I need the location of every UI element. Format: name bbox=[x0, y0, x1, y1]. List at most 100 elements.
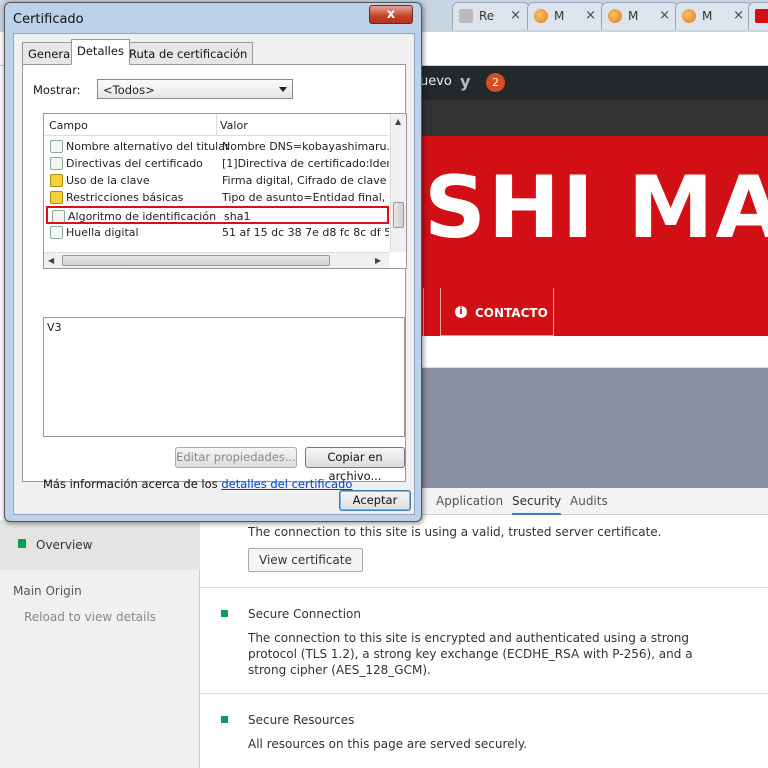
secure-resources-title: Secure Resources bbox=[248, 713, 355, 727]
scroll-left-icon[interactable]: ◀ bbox=[48, 256, 54, 265]
secure-status-icon bbox=[221, 610, 228, 617]
close-icon[interactable]: x bbox=[369, 5, 413, 24]
dialog-title: Certificado bbox=[13, 12, 84, 27]
row-field: Nombre alternativo del titular bbox=[66, 140, 230, 153]
nav-contact-link[interactable]: i CONTACTO bbox=[440, 288, 554, 336]
toolbar-new-label[interactable]: uevo bbox=[420, 74, 452, 89]
scroll-thumb[interactable] bbox=[62, 255, 330, 266]
edit-properties-button[interactable]: Editar propiedades... bbox=[175, 447, 297, 468]
yoast-icon[interactable]: y bbox=[460, 72, 470, 91]
document-icon bbox=[50, 226, 63, 239]
site-logo-text: SHI MARU bbox=[424, 158, 768, 258]
close-icon[interactable]: × bbox=[733, 8, 744, 23]
show-select[interactable]: <Todos> bbox=[97, 79, 293, 99]
details-panel: Mostrar: <Todos> Campo Valor Nombre alte… bbox=[22, 64, 407, 491]
sidebar-item-overview[interactable]: Overview bbox=[0, 520, 200, 570]
close-icon[interactable]: × bbox=[510, 8, 521, 23]
browser-tab[interactable] bbox=[748, 2, 768, 30]
browser-tab[interactable]: M × bbox=[527, 2, 605, 30]
row-value: 51 af 15 dc 38 7e d8 fc 8c df 50 07 bbox=[222, 226, 389, 239]
lock-icon bbox=[18, 539, 26, 548]
value-detail-box[interactable]: V3 bbox=[43, 317, 405, 437]
security-main-panel: The connection to this site is using a v… bbox=[200, 515, 768, 768]
tab-ruta-certificacion[interactable]: Ruta de certificación bbox=[123, 42, 254, 64]
row-field: Huella digital bbox=[66, 226, 139, 239]
tab-application[interactable]: Application bbox=[436, 494, 503, 508]
horizontal-scrollbar[interactable]: ◀ ▶ bbox=[44, 252, 389, 268]
certificate-ext-icon bbox=[50, 140, 63, 153]
row-field: Directivas del certificado bbox=[66, 157, 203, 170]
sidebar-overview-label: Overview bbox=[36, 538, 93, 552]
browser-tab-label: M bbox=[554, 9, 565, 23]
row-value: Tipo de asunto=Entidad final, Rest bbox=[222, 191, 389, 204]
browser-tab[interactable]: M × bbox=[601, 2, 679, 30]
site-hero-band bbox=[420, 368, 768, 488]
copy-to-file-button[interactable]: Copiar en archivo... bbox=[305, 447, 405, 483]
dialog-body: General Detalles Ruta de certificación M… bbox=[13, 33, 415, 515]
list-item[interactable]: Nombre alternativo del titular Nombre DNS… bbox=[46, 138, 389, 155]
warning-icon bbox=[50, 174, 63, 187]
secure-connection-desc: strong cipher (AES_128_GCM). bbox=[248, 663, 431, 677]
secure-connection-desc: protocol (TLS 1.2), a strong key exchang… bbox=[248, 647, 693, 661]
list-item[interactable]: Uso de la clave Firma digital, Cifrado de… bbox=[46, 172, 389, 189]
certificate-details-link[interactable]: detalles del certificado bbox=[221, 477, 352, 491]
row-field: Uso de la clave bbox=[66, 174, 150, 187]
firefox-icon bbox=[534, 9, 548, 23]
tab-audits[interactable]: Audits bbox=[570, 494, 608, 508]
list-item-highlighted[interactable]: Algoritmo de identificación sha1 bbox=[46, 206, 389, 224]
secure-status-icon bbox=[221, 716, 228, 723]
certificate-ext-icon bbox=[50, 157, 63, 170]
secure-connection-desc: The connection to this site is encrypted… bbox=[248, 631, 690, 645]
admin-toolbar: uevo y 2 bbox=[420, 66, 768, 100]
row-value: [1]Directiva de certificado:Identific bbox=[222, 157, 389, 170]
browser-tab-label: M bbox=[628, 9, 639, 23]
close-icon[interactable]: × bbox=[659, 8, 670, 23]
show-label: Mostrar: bbox=[33, 83, 81, 97]
site-top-bar bbox=[420, 100, 768, 136]
info-icon: i bbox=[455, 306, 467, 318]
divider bbox=[200, 587, 768, 588]
scroll-right-icon[interactable]: ▶ bbox=[375, 256, 381, 265]
close-icon[interactable]: × bbox=[585, 8, 596, 23]
vertical-scrollbar[interactable]: ▲ bbox=[390, 114, 406, 252]
row-field: Algoritmo de identificación bbox=[68, 210, 217, 223]
firefox-icon bbox=[682, 9, 696, 23]
tab-security[interactable]: Security bbox=[512, 494, 562, 515]
more-info-text: Más información acerca de los bbox=[43, 477, 222, 491]
view-certificate-button[interactable]: View certificate bbox=[248, 548, 363, 572]
row-value: Firma digital, Cifrado de clave (a0) bbox=[222, 174, 389, 187]
sidebar-main-origin: Main Origin bbox=[13, 584, 82, 598]
browser-tab[interactable]: Re × bbox=[452, 2, 530, 30]
browser-tab[interactable]: M × bbox=[675, 2, 753, 30]
fields-list[interactable]: Campo Valor Nombre alternativo del titul… bbox=[43, 113, 407, 269]
column-header-value[interactable]: Valor bbox=[220, 119, 248, 132]
secure-connection-title: Secure Connection bbox=[248, 607, 361, 621]
nav-contact-label: CONTACTO bbox=[475, 306, 548, 320]
column-header-field[interactable]: Campo bbox=[49, 119, 88, 132]
list-header: Campo Valor bbox=[44, 114, 389, 136]
row-value: Nombre DNS=kobayashimaru.es, N bbox=[222, 140, 389, 153]
list-item[interactable]: Directivas del certificado [1]Directiva d… bbox=[46, 155, 389, 172]
wordpress-w-icon bbox=[755, 9, 768, 23]
divider bbox=[200, 693, 768, 694]
chevron-down-icon bbox=[279, 87, 287, 92]
tab-detalles[interactable]: Detalles bbox=[71, 39, 130, 65]
warning-icon bbox=[50, 191, 63, 204]
notification-badge: 2 bbox=[486, 73, 505, 92]
browser-tab-label: Re bbox=[479, 9, 495, 23]
scroll-thumb[interactable] bbox=[393, 202, 404, 228]
site-content-gap bbox=[420, 336, 768, 368]
accept-button[interactable]: Aceptar bbox=[339, 490, 411, 511]
list-item[interactable]: Restricciones básicas Tipo de asunto=Enti… bbox=[46, 189, 389, 206]
list-item[interactable]: Huella digital 51 af 15 dc 38 7e d8 fc 8c… bbox=[46, 224, 389, 241]
scroll-up-icon[interactable]: ▲ bbox=[395, 117, 401, 126]
firefox-icon bbox=[608, 9, 622, 23]
sidebar-reload-hint[interactable]: Reload to view details bbox=[24, 610, 156, 624]
site-nav: i CONTACTO bbox=[420, 286, 768, 336]
document-icon bbox=[52, 210, 65, 222]
page-favicon-icon bbox=[459, 9, 473, 23]
row-field: Restricciones básicas bbox=[66, 191, 184, 204]
column-separator[interactable] bbox=[216, 114, 217, 136]
more-info-line: Más información acerca de los detalles d… bbox=[43, 477, 352, 491]
site-banner: SHI MARU bbox=[420, 136, 768, 286]
